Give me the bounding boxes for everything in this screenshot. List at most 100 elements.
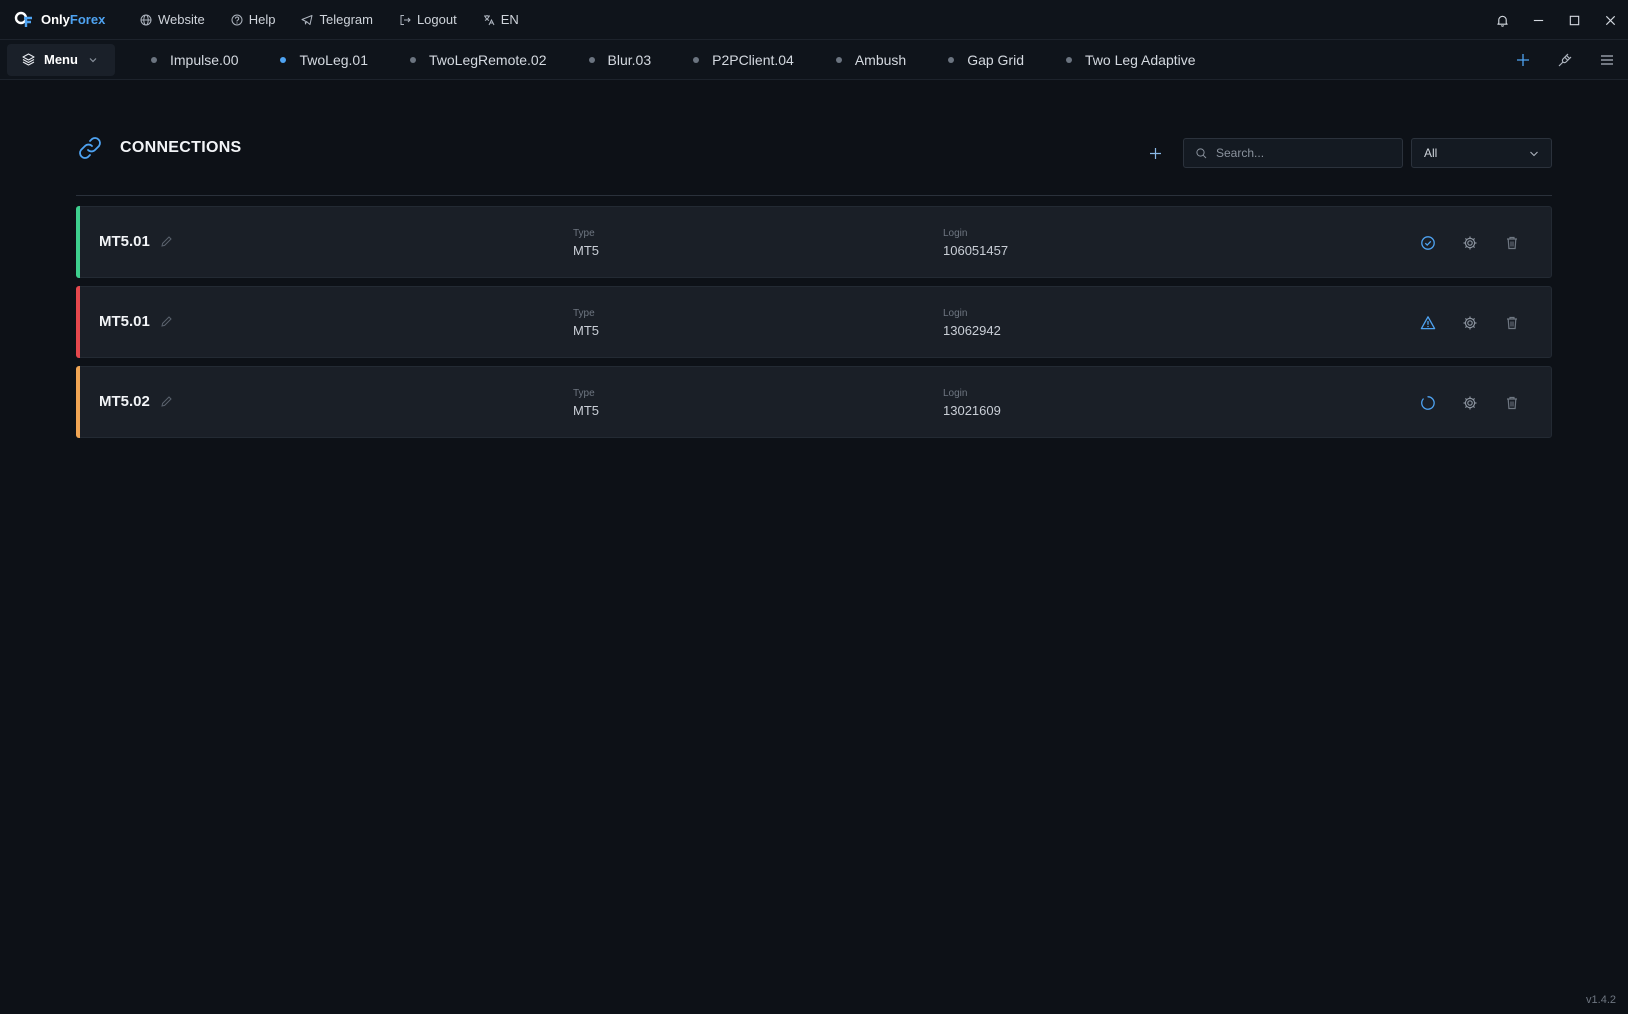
tab-gap-grid[interactable]: Gap Grid bbox=[948, 52, 1024, 68]
plus-icon bbox=[1517, 54, 1529, 66]
tab-status-dot bbox=[409, 56, 416, 63]
tab-actions bbox=[1502, 40, 1628, 80]
connections-header: CONNECTIONS All bbox=[76, 132, 1552, 196]
connection-status-button[interactable] bbox=[1407, 391, 1449, 415]
edit-pencil-icon[interactable] bbox=[160, 395, 173, 408]
connection-name-group: MT5.02 bbox=[99, 393, 173, 410]
connection-card: MT5.02 Type MT5 Login 13021609 bbox=[76, 366, 1552, 438]
tab-status-dot bbox=[835, 56, 842, 63]
status-indicator-bar bbox=[76, 286, 80, 358]
page-title: CONNECTIONS bbox=[120, 139, 242, 156]
tab-label: TwoLeg.01 bbox=[299, 51, 368, 68]
tab-label: P2PClient.04 bbox=[712, 51, 794, 68]
menu-label: Menu bbox=[44, 52, 78, 67]
filter-value: All bbox=[1424, 146, 1438, 160]
gear-icon bbox=[1463, 396, 1477, 410]
type-field: Type MT5 bbox=[573, 308, 599, 338]
connections-button[interactable] bbox=[1544, 40, 1586, 80]
top-nav: Website Help Telegram Logout EN bbox=[140, 12, 545, 27]
plug-icon bbox=[1558, 53, 1572, 67]
close-button[interactable] bbox=[1592, 0, 1628, 40]
connection-status-button[interactable] bbox=[1407, 311, 1449, 335]
menu-button[interactable]: Menu bbox=[7, 43, 115, 76]
login-label: Login bbox=[943, 228, 968, 239]
type-field: Type MT5 bbox=[573, 388, 599, 418]
edit-pencil-icon[interactable] bbox=[160, 235, 173, 248]
close-icon bbox=[1605, 15, 1615, 25]
login-field: Login 13062942 bbox=[943, 308, 1001, 338]
login-value: 13021609 bbox=[943, 403, 1001, 418]
brand-name: OnlyForex bbox=[41, 12, 106, 27]
search-input[interactable] bbox=[1216, 146, 1396, 160]
connection-name: MT5.02 bbox=[99, 393, 150, 410]
connection-card: MT5.01 Type MT5 Login 106051457 bbox=[76, 206, 1552, 278]
tab-label: TwoLegRemote.02 bbox=[428, 51, 547, 68]
tab-status-dot bbox=[1066, 56, 1072, 63]
status-filter-select[interactable]: All bbox=[1411, 138, 1552, 168]
title-bar: OnlyForex Website Help Telegram Logout E… bbox=[0, 0, 1628, 40]
tab-label: Gap Grid bbox=[967, 51, 1024, 68]
tab-ambush[interactable]: Ambush bbox=[835, 51, 907, 68]
settings-button[interactable] bbox=[1449, 231, 1491, 255]
tab-bar: Menu Impulse.00 TwoLeg.01 TwoLegRemote.0… bbox=[0, 40, 1628, 80]
tab-label: Blur.03 bbox=[607, 51, 652, 68]
type-label: Type bbox=[573, 228, 595, 239]
delete-button[interactable] bbox=[1491, 391, 1533, 415]
logout-link[interactable]: Logout bbox=[399, 12, 457, 27]
chevron-down-icon bbox=[1530, 151, 1538, 157]
strategy-tabs: Impulse.00 TwoLeg.01 TwoLegRemote.02 Blu… bbox=[151, 52, 1238, 68]
logout-icon bbox=[400, 14, 411, 25]
tab-label: Impulse.00 bbox=[170, 51, 239, 68]
help-link[interactable]: Help bbox=[231, 12, 275, 27]
tab-impulse-00[interactable]: Impulse.00 bbox=[151, 52, 238, 68]
connection-status-button[interactable] bbox=[1407, 231, 1449, 255]
login-field: Login 13021609 bbox=[943, 388, 1001, 418]
tab-label: Two Leg Adaptive bbox=[1085, 51, 1196, 68]
tab-status-dot bbox=[693, 56, 700, 63]
login-value: 13062942 bbox=[943, 323, 1001, 338]
minimize-button[interactable] bbox=[1520, 0, 1556, 40]
connection-name-group: MT5.01 bbox=[99, 313, 173, 330]
card-actions bbox=[1407, 391, 1533, 415]
add-tab-button[interactable] bbox=[1502, 40, 1544, 80]
delete-button[interactable] bbox=[1491, 231, 1533, 255]
tab-blur-03[interactable]: Blur.03 bbox=[588, 51, 652, 68]
website-link[interactable]: Website bbox=[140, 12, 205, 27]
notifications-button[interactable] bbox=[1484, 0, 1520, 40]
connection-name: MT5.01 bbox=[99, 313, 150, 330]
type-value: MT5 bbox=[573, 323, 599, 338]
website-label: Website bbox=[158, 12, 205, 27]
trash-icon bbox=[1507, 316, 1517, 330]
type-value: MT5 bbox=[573, 243, 599, 258]
help-icon bbox=[231, 14, 243, 25]
link-icon bbox=[79, 137, 101, 159]
version-label: v1.4.2 bbox=[1586, 994, 1616, 1006]
trash-icon bbox=[1507, 236, 1517, 250]
add-connection-button[interactable] bbox=[1144, 142, 1166, 164]
type-label: Type bbox=[573, 388, 595, 399]
telegram-icon bbox=[301, 14, 313, 25]
tab-label: Ambush bbox=[854, 51, 907, 68]
tab-status-dot bbox=[948, 56, 955, 63]
language-selector[interactable]: EN bbox=[483, 12, 519, 27]
tab-p2pclient-04[interactable]: P2PClient.04 bbox=[693, 52, 794, 68]
hamburger-menu-button[interactable] bbox=[1586, 40, 1628, 80]
brand: OnlyForex bbox=[14, 10, 140, 30]
translate-icon bbox=[483, 14, 495, 25]
telegram-label: Telegram bbox=[319, 12, 373, 27]
globe-icon bbox=[140, 14, 152, 25]
tab-twolegremote-02[interactable]: TwoLegRemote.02 bbox=[409, 51, 547, 68]
login-label: Login bbox=[943, 388, 968, 399]
edit-pencil-icon[interactable] bbox=[160, 315, 173, 328]
settings-button[interactable] bbox=[1449, 311, 1491, 335]
tab-status-dot bbox=[588, 56, 595, 63]
maximize-button[interactable] bbox=[1556, 0, 1592, 40]
maximize-icon bbox=[1569, 15, 1579, 25]
tab-twoleg-01[interactable]: TwoLeg.01 bbox=[280, 52, 368, 68]
telegram-link[interactable]: Telegram bbox=[301, 12, 373, 27]
type-value: MT5 bbox=[573, 403, 599, 418]
delete-button[interactable] bbox=[1491, 311, 1533, 335]
plus-icon bbox=[1149, 147, 1161, 159]
settings-button[interactable] bbox=[1449, 391, 1491, 415]
tab-two-leg-adaptive[interactable]: Two Leg Adaptive bbox=[1066, 52, 1196, 68]
